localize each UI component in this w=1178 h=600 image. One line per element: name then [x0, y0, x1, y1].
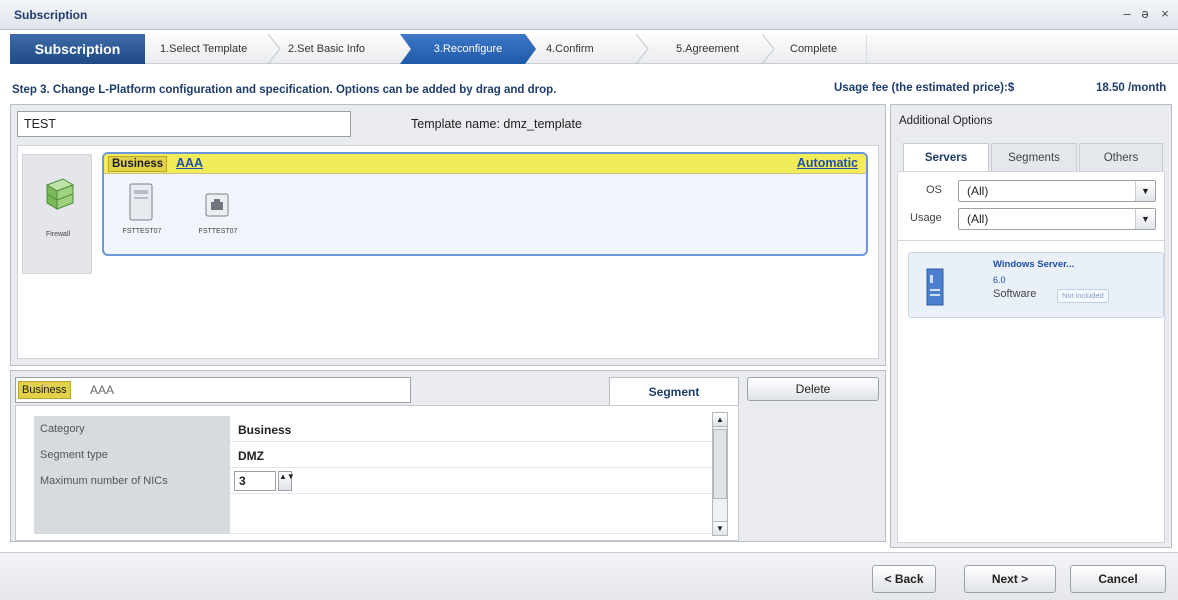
- grid-scrollbar[interactable]: ▲ ▼: [712, 412, 728, 536]
- close-icon[interactable]: ×: [1158, 6, 1172, 21]
- scroll-down-icon[interactable]: ▼: [713, 521, 727, 535]
- property-key: Maximum number of NICs: [34, 468, 230, 494]
- divider: [898, 240, 1164, 241]
- configuration-canvas[interactable]: Firewall Business AAA Automatic FSTTEST0…: [17, 145, 879, 359]
- step-separator-icon: [268, 34, 281, 64]
- firewall-icon: [45, 178, 75, 210]
- option-card[interactable]: Windows Server... 6.0 Software Not inclu…: [908, 252, 1164, 318]
- server-icon: [129, 183, 153, 221]
- option-name: Windows Server...: [993, 259, 1075, 270]
- step-select-template: 1.Select Template: [160, 43, 248, 55]
- segment-header: Business AAA Automatic: [104, 154, 866, 174]
- step-agreement: 5.Agreement: [676, 43, 739, 55]
- step-separator-icon: [866, 34, 867, 64]
- step-separator-icon: [762, 34, 775, 64]
- segment-name-value: AAA: [90, 383, 115, 397]
- property-key: Category: [34, 416, 230, 442]
- option-version: 6.0: [993, 275, 1006, 285]
- table-row: Segment type DMZ: [34, 442, 714, 468]
- property-value: DMZ: [238, 449, 264, 463]
- wizard-home-tab: Subscription: [10, 34, 145, 64]
- automatic-link[interactable]: Automatic: [797, 156, 858, 170]
- options-tabs: Servers Segments Others: [903, 143, 1163, 171]
- tab-segment[interactable]: Segment: [609, 377, 739, 405]
- option-type: Software: [993, 288, 1037, 300]
- usage-filter-label: Usage: [910, 212, 942, 224]
- usage-fee-value: 18.50 /month: [1096, 82, 1167, 94]
- server-icon: [205, 193, 229, 217]
- step-separator-icon: [636, 34, 649, 64]
- template-name-label: Template name: dmz_template: [411, 117, 582, 131]
- software-icon: [926, 268, 944, 306]
- detail-panel: Business AAA Segment Delete Category Bus…: [10, 370, 886, 542]
- segment-name-field[interactable]: Business AAA: [15, 377, 411, 403]
- wizard-steps: Subscription 1.Select Template 2.Set Bas…: [10, 34, 1178, 64]
- table-row: [34, 494, 714, 534]
- options-title: Additional Options: [899, 115, 993, 127]
- tab-others[interactable]: Others: [1079, 143, 1163, 171]
- segment-properties-grid: Category Business Segment type DMZ Maxim…: [15, 405, 739, 541]
- server-node[interactable]: FSTTEST07: [110, 180, 174, 240]
- tab-servers[interactable]: Servers: [903, 143, 989, 171]
- usage-fee-label: Usage fee (the estimated price):$: [834, 82, 1015, 94]
- minimize-icon[interactable]: –: [1120, 6, 1134, 21]
- title-bar: Subscription – ə ×: [0, 0, 1178, 30]
- segment-type-badge: Business: [18, 381, 71, 399]
- back-button[interactable]: < Back: [872, 565, 936, 593]
- step-reconfigure: 3.Reconfigure: [400, 34, 536, 64]
- window-title: Subscription: [14, 8, 88, 22]
- cancel-button[interactable]: Cancel: [1070, 565, 1166, 593]
- firewall-tile[interactable]: Firewall: [22, 154, 92, 274]
- server-label: FSTTEST07: [122, 228, 162, 235]
- step-complete: Complete: [790, 43, 838, 55]
- table-row: Maximum number of NICs 3 ▲▼: [34, 468, 714, 494]
- table-row: Category Business: [34, 416, 714, 442]
- property-key-partial: [34, 494, 230, 534]
- max-nics-input[interactable]: 3: [234, 471, 276, 491]
- segment-box[interactable]: Business AAA Automatic FSTTEST07 FSTTEST…: [102, 152, 868, 256]
- chevron-down-icon[interactable]: ▼: [1135, 181, 1155, 201]
- step-confirm: 4.Confirm: [546, 43, 594, 55]
- os-filter-label: OS: [926, 184, 942, 196]
- additional-options-panel: Additional Options Servers Segments Othe…: [890, 104, 1172, 548]
- os-filter-select[interactable]: (All) ▼: [958, 180, 1156, 202]
- firewall-label: Firewall: [45, 231, 71, 238]
- not-included-badge: Not included: [1057, 289, 1109, 303]
- restore-icon[interactable]: ə: [1138, 6, 1152, 21]
- os-filter-value: (All): [967, 184, 989, 198]
- server-label: FSTTEST07: [198, 228, 238, 235]
- tab-segments[interactable]: Segments: [991, 143, 1077, 171]
- usage-filter-value: (All): [967, 212, 989, 226]
- next-button[interactable]: Next >: [964, 565, 1056, 593]
- instruction-text: Step 3. Change L-Platform configuration …: [12, 84, 557, 96]
- options-list: OS (All) ▼ Usage (All) ▼ Windows Server.…: [897, 171, 1165, 543]
- server-node[interactable]: FSTTEST07: [186, 180, 250, 240]
- property-value: Business: [238, 423, 292, 437]
- scroll-up-icon[interactable]: ▲: [713, 413, 727, 427]
- nics-spinner-icon[interactable]: ▲▼: [278, 471, 295, 491]
- delete-button[interactable]: Delete: [747, 377, 879, 401]
- segment-type-badge: Business: [108, 156, 168, 172]
- property-key: Segment type: [34, 442, 230, 468]
- platform-name-input[interactable]: TEST: [17, 111, 351, 137]
- configuration-panel: TEST Template name: dmz_template Firewal…: [10, 104, 886, 366]
- step-set-basic-info: 2.Set Basic Info: [288, 43, 366, 55]
- segment-name-link[interactable]: AAA: [176, 156, 203, 170]
- scroll-thumb[interactable]: [713, 429, 727, 499]
- usage-filter-select[interactable]: (All) ▼: [958, 208, 1156, 230]
- footer-bar: < Back Next > Cancel: [0, 552, 1178, 600]
- chevron-down-icon[interactable]: ▼: [1135, 209, 1155, 229]
